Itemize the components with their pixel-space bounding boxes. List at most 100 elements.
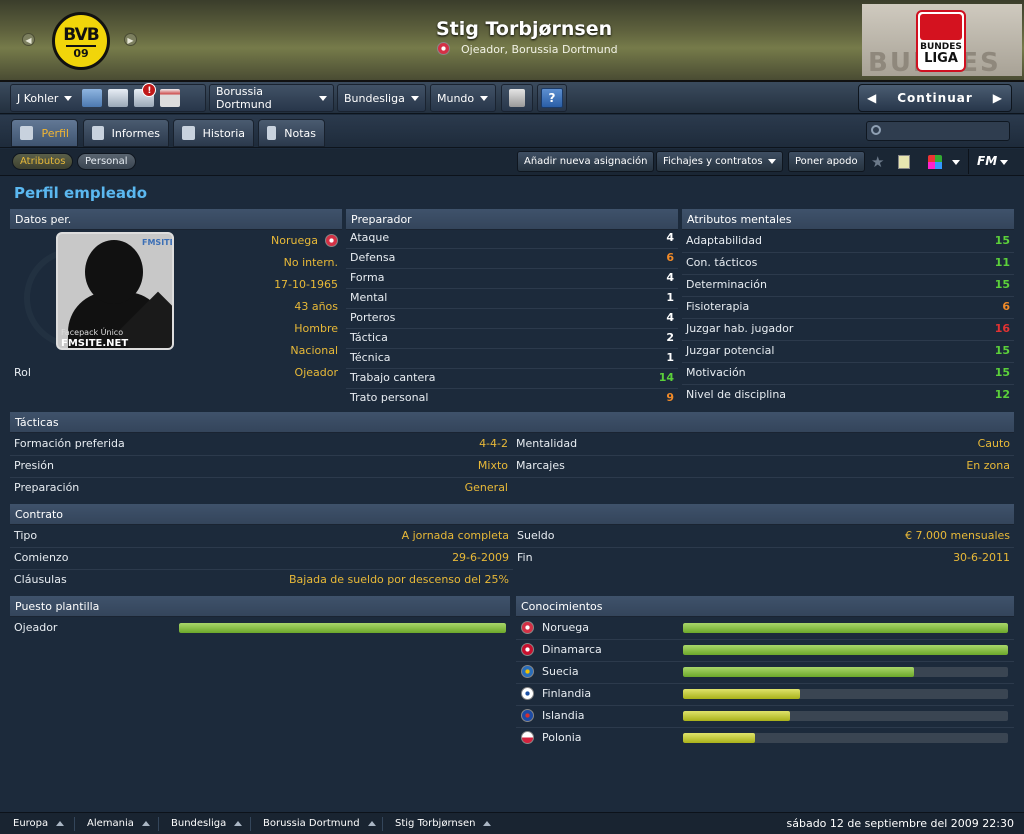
knowledge-label[interactable]: Suecia — [542, 661, 579, 683]
screenshot-button[interactable] — [501, 84, 533, 112]
divider — [516, 727, 1014, 728]
coaching-attr-value: 2 — [666, 331, 674, 344]
knowledge-label[interactable]: Finlandia — [542, 683, 591, 705]
knowledge-label[interactable]: Dinamarca — [542, 639, 602, 661]
coaching-attr-label: Mental — [350, 291, 388, 304]
knowledge-bar-fill — [683, 623, 1008, 633]
mental-attr-value: 16 — [994, 322, 1010, 335]
breadcrumb-bundesliga[interactable]: Bundesliga — [171, 813, 250, 834]
breadcrumb-europe[interactable]: Europa — [13, 813, 72, 834]
inbox-icon[interactable] — [108, 89, 129, 107]
mental-attr-label: Con. tácticos — [686, 256, 758, 269]
world-menu[interactable]: Mundo — [430, 84, 496, 112]
pressing-value: Mixto — [477, 459, 508, 472]
divider — [158, 817, 159, 831]
divider — [346, 328, 678, 329]
club-menu[interactable]: Borussia Dortmund — [209, 84, 334, 112]
marking-row: Marcajes En zona — [512, 455, 1014, 477]
contract-type-row: Tipo A jornada completa — [10, 525, 513, 547]
sub-toolbar: Atributos Personal Añadir nueva asignaci… — [0, 149, 1024, 176]
divider — [346, 348, 678, 349]
tab-profile[interactable]: Perfil — [11, 119, 78, 147]
manager-menu[interactable]: J Kohler — [17, 92, 72, 105]
nationality-row: Nacional — [180, 340, 342, 362]
mentality-value: Cauto — [977, 437, 1010, 450]
subtab-attributes[interactable]: Atributos — [12, 153, 74, 170]
knowledge-bar — [683, 733, 1008, 743]
mental-attr-label: Juzgar potencial — [686, 344, 775, 357]
help-button[interactable]: ? — [537, 84, 567, 112]
club-crest[interactable]: BVB 09 — [52, 12, 110, 70]
knowledge-bar-fill — [683, 645, 1008, 655]
mental-attr-label: Fisioterapia — [686, 300, 750, 313]
breadcrumb-club[interactable]: Borussia Dortmund — [263, 813, 384, 834]
continue-forward-icon[interactable]: ▶ — [993, 91, 1003, 105]
profile-icon — [20, 126, 34, 140]
divider — [682, 252, 1014, 253]
search-input[interactable] — [866, 121, 1010, 141]
tab-notes[interactable]: Notas — [258, 119, 325, 147]
tab-history[interactable]: Historia — [173, 119, 254, 147]
mentality-label: Mentalidad — [516, 437, 578, 450]
next-arrow-icon[interactable]: ▶ — [124, 33, 137, 46]
mental-attr-row: Nivel de disciplina 12 — [682, 384, 1014, 406]
divider — [682, 340, 1014, 341]
chevron-down-icon[interactable] — [952, 160, 960, 165]
knowledge-label[interactable]: Noruega — [542, 617, 589, 639]
contract-end-label: Fin — [517, 551, 533, 564]
role-row: Rol Ojeador — [10, 362, 342, 384]
knowledge-label[interactable]: Islandia — [542, 705, 585, 727]
set-nickname-button[interactable]: Poner apodo — [788, 151, 865, 172]
coaching-attr-value: 6 — [666, 251, 674, 264]
coaching-attr-label: Técnica — [350, 351, 391, 364]
mental-attr-row: Motivación 15 — [682, 362, 1014, 384]
mental-attr-value: 15 — [994, 278, 1010, 291]
norway-flag-icon — [437, 42, 450, 55]
squad-position-label: Ojeador — [14, 621, 58, 634]
mentality-row: Mentalidad Cauto — [512, 433, 1014, 455]
breadcrumb-person[interactable]: Stig Torbjørnsen — [395, 813, 499, 834]
breadcrumb-germany[interactable]: Alemania — [87, 813, 158, 834]
player-role[interactable]: Ojeador, Borussia Dortmund — [461, 43, 618, 56]
coaching-attr-row: Ataque 4 — [346, 228, 678, 248]
tactics-header: Tácticas — [10, 412, 1014, 433]
news-icon[interactable]: ! — [134, 83, 157, 107]
coaching-attr-label: Trato personal — [350, 391, 429, 404]
view-options-icon[interactable] — [928, 155, 942, 169]
gender-row: Hombre — [180, 318, 342, 340]
transfers-contracts-menu[interactable]: Fichajes y contratos — [656, 151, 783, 172]
mental-attr-label: Motivación — [686, 366, 746, 379]
document-add-icon[interactable] — [898, 155, 910, 169]
league-logo-box[interactable]: BUNDES BUNDES LIGA — [862, 4, 1022, 76]
knowledge-panel: Conocimientos — [516, 596, 1014, 617]
avatar[interactable]: FMSITE Facepack Único FMSITE.NET — [56, 232, 174, 350]
star-icon[interactable]: ★ — [871, 153, 884, 171]
toolbar: J Kohler ! Borussia Dortmund Bundesliga … — [0, 82, 1024, 114]
calendar-icon[interactable] — [160, 89, 181, 107]
divider — [10, 569, 513, 570]
add-assignment-button[interactable]: Añadir nueva asignación — [517, 151, 655, 172]
nation-value[interactable]: Noruega — [271, 230, 318, 252]
competition-menu[interactable]: Bundesliga — [337, 84, 426, 112]
fm-menu[interactable]: FM — [968, 149, 1012, 174]
squad-position-bar — [179, 623, 506, 633]
home-icon[interactable] — [82, 89, 103, 107]
coaching-attr-row: Táctica 2 — [346, 328, 678, 348]
subtab-personal[interactable]: Personal — [77, 153, 136, 170]
crest-text: BVB — [63, 25, 99, 45]
mental-attr-label: Determinación — [686, 278, 767, 291]
coaching-attr-label: Defensa — [350, 251, 396, 264]
age-row: 43 años — [180, 296, 342, 318]
mental-attr-value: 6 — [1002, 300, 1010, 313]
bundesliga-logo: BUNDES LIGA — [916, 10, 966, 72]
continue-back-icon[interactable]: ◀ — [867, 91, 877, 105]
knowledge-bar-fill — [683, 733, 755, 743]
flag-icon — [521, 687, 534, 700]
knowledge-label[interactable]: Polonia — [542, 727, 582, 749]
continue-button[interactable]: ◀ Continuar ▶ — [858, 84, 1012, 112]
flag-icon — [521, 643, 534, 656]
tab-reports[interactable]: Informes — [83, 119, 169, 147]
flag-icon — [521, 665, 534, 678]
dob-row: 17-10-1965 — [180, 274, 342, 296]
prev-arrow-icon[interactable]: ◀ — [22, 33, 35, 46]
